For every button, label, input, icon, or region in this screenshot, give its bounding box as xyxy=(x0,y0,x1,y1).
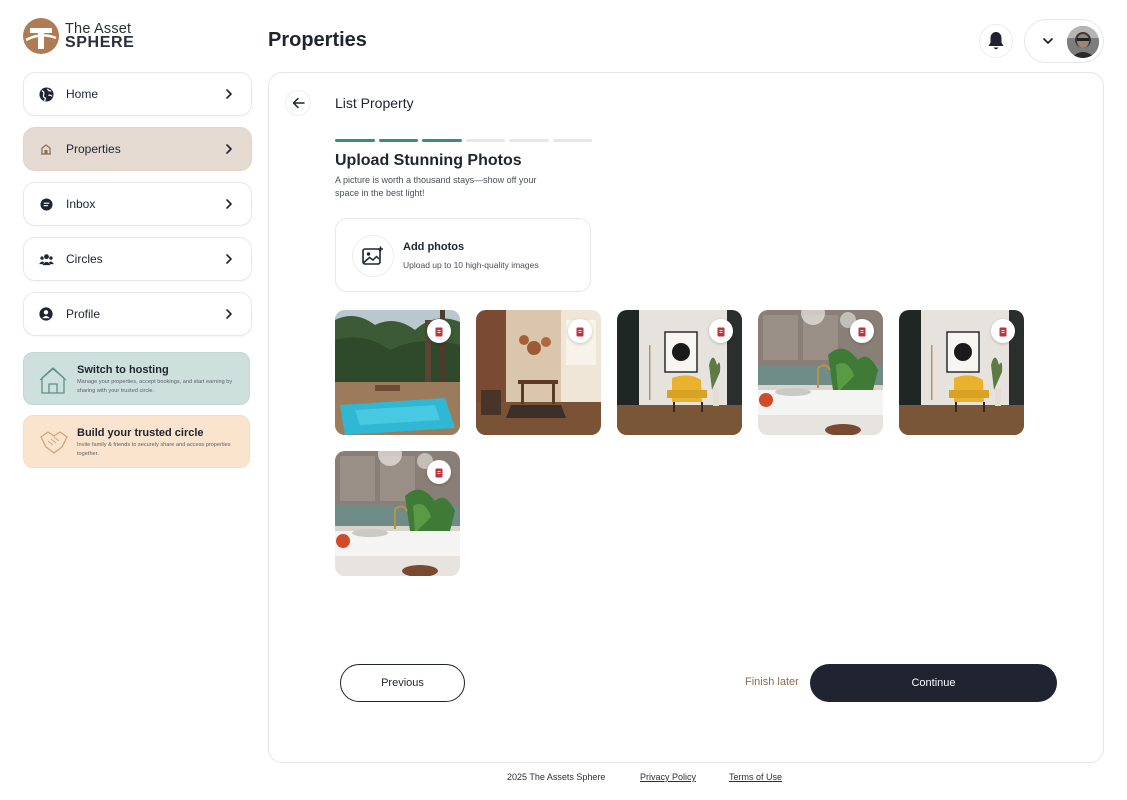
promo-title: Build your trusted circle xyxy=(77,427,204,439)
sidebar-item-label: Home xyxy=(66,87,99,101)
trash-icon xyxy=(999,327,1007,336)
finish-later-link[interactable]: Finish later xyxy=(745,676,799,688)
trash-icon xyxy=(435,468,443,477)
asset-sphere-logo-icon xyxy=(23,18,59,54)
handshake-illustration-icon xyxy=(40,431,68,454)
sidebar-item-profile[interactable]: Profile xyxy=(23,292,252,336)
privacy-policy-link[interactable]: Privacy Policy xyxy=(640,772,696,782)
build-trusted-circle-card[interactable]: Build your trusted circle Invite family … xyxy=(23,415,250,468)
brand-logo[interactable]: The Asset SPHERE xyxy=(23,18,134,54)
continue-button[interactable]: Continue xyxy=(810,664,1057,702)
photo-thumbnail xyxy=(899,310,1024,435)
previous-button[interactable]: Previous xyxy=(340,664,465,702)
photo-thumbnail xyxy=(335,451,460,576)
trash-icon xyxy=(435,327,443,336)
user-icon xyxy=(38,306,54,322)
photo-thumbnail xyxy=(617,310,742,435)
step-segment xyxy=(422,139,462,142)
chevron-right-icon xyxy=(226,199,232,209)
sidebar-item-label: Circles xyxy=(66,252,103,266)
add-photos-title: Add photos xyxy=(403,241,465,253)
house-illustration-icon xyxy=(39,367,67,394)
card-title: List Property xyxy=(335,95,414,111)
page-title: Properties xyxy=(268,29,367,51)
back-button[interactable] xyxy=(285,90,311,116)
sidebar-item-home[interactable]: Home xyxy=(23,72,252,116)
user-menu-button[interactable] xyxy=(1024,19,1104,63)
brand-name-line2: SPHERE xyxy=(65,34,135,51)
sidebar-item-label: Properties xyxy=(66,142,121,156)
switch-to-hosting-card[interactable]: Switch to hosting Manage your properties… xyxy=(23,352,250,405)
step-segment xyxy=(552,139,592,142)
chat-icon xyxy=(38,196,54,212)
step-segment xyxy=(465,139,505,142)
delete-photo-button[interactable] xyxy=(427,460,451,484)
chevron-right-icon xyxy=(226,89,232,99)
delete-photo-button[interactable] xyxy=(427,319,451,343)
building-icon xyxy=(38,141,54,157)
photo-thumbnail xyxy=(335,310,460,435)
bell-icon xyxy=(988,32,1004,50)
globe-icon xyxy=(38,86,54,102)
sidebar-item-label: Profile xyxy=(66,307,101,321)
image-add-icon xyxy=(352,235,394,277)
terms-of-use-link[interactable]: Terms of Use xyxy=(729,772,782,782)
delete-photo-button[interactable] xyxy=(850,319,874,343)
sidebar-item-inbox[interactable]: Inbox xyxy=(23,182,252,226)
photo-thumbnail xyxy=(476,310,601,435)
delete-photo-button[interactable] xyxy=(991,319,1015,343)
step-segment xyxy=(509,139,549,142)
promo-description: Invite family & friends to securely shar… xyxy=(77,442,231,457)
arrow-left-icon xyxy=(292,97,305,109)
delete-photo-button[interactable] xyxy=(709,319,733,343)
section-title: Upload Stunning Photos xyxy=(335,152,522,169)
notifications-button[interactable] xyxy=(979,24,1013,58)
sidebar-item-properties[interactable]: Properties xyxy=(23,127,252,171)
add-photos-button[interactable]: Add photos Upload up to 10 high-quality … xyxy=(335,218,591,292)
trash-icon xyxy=(576,327,584,336)
section-subtitle: A picture is worth a thousand stays—show… xyxy=(335,175,537,198)
delete-photo-button[interactable] xyxy=(568,319,592,343)
chevron-right-icon xyxy=(226,254,232,264)
trash-icon xyxy=(717,327,725,336)
chevron-right-icon xyxy=(226,144,232,154)
sidebar-item-circles[interactable]: Circles xyxy=(23,237,252,281)
promo-title: Switch to hosting xyxy=(77,364,169,376)
add-photos-subtitle: Upload up to 10 high-quality images xyxy=(403,260,539,270)
step-segment xyxy=(335,139,375,142)
sidebar-item-label: Inbox xyxy=(66,197,96,211)
step-segment xyxy=(378,139,418,142)
chevron-down-icon xyxy=(1043,38,1053,44)
trash-icon xyxy=(858,327,866,336)
promo-description: Manage your properties, accept bookings,… xyxy=(77,379,233,394)
chevron-right-icon xyxy=(226,309,232,319)
footer-copyright: 2025 The Assets Sphere xyxy=(507,772,606,782)
people-icon xyxy=(38,251,54,267)
step-progress xyxy=(335,139,592,142)
photo-thumbnail xyxy=(758,310,883,435)
avatar xyxy=(1067,26,1099,58)
